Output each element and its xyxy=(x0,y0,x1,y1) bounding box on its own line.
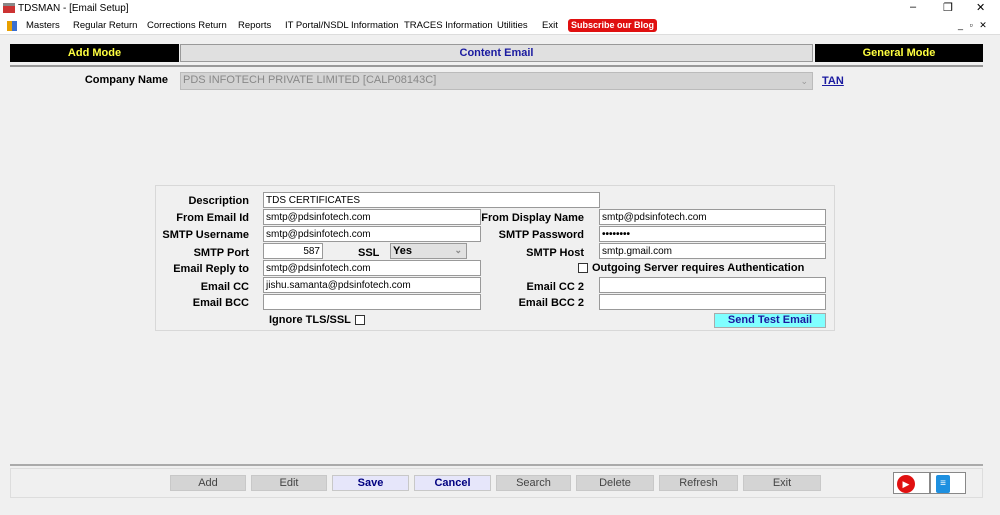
smtp-host-label: SMTP Host xyxy=(526,247,584,259)
ssl-value: Yes xyxy=(393,245,412,257)
smtp-host-input[interactable]: smtp.gmail.com xyxy=(599,243,826,259)
from-display-input[interactable]: smtp@pdsinfotech.com xyxy=(599,209,826,225)
email-cc2-input[interactable] xyxy=(599,277,826,293)
description-input[interactable]: TDS CERTIFICATES xyxy=(263,192,600,208)
menu-corrections-return[interactable]: Corrections Return xyxy=(147,20,227,31)
save-button[interactable]: Save xyxy=(332,475,409,491)
email-cc2-label: Email CC 2 xyxy=(526,281,584,293)
menu-reports[interactable]: Reports xyxy=(238,20,271,31)
from-email-label: From Email Id xyxy=(176,212,249,224)
divider xyxy=(10,65,983,67)
close-button[interactable]: ✕ xyxy=(976,1,985,14)
refresh-button[interactable]: Refresh xyxy=(659,475,738,491)
menu-exit[interactable]: Exit xyxy=(542,20,558,31)
smtp-username-label: SMTP Username xyxy=(162,229,249,241)
menu-masters[interactable]: Masters xyxy=(26,20,60,31)
document-help-button[interactable]: ≡ xyxy=(930,472,966,494)
search-button[interactable]: Search xyxy=(496,475,571,491)
divider xyxy=(10,464,983,466)
smtp-port-input[interactable]: 587 xyxy=(263,243,323,259)
app-menu-icon[interactable] xyxy=(7,21,17,31)
email-bcc-input[interactable] xyxy=(263,294,481,310)
mode-bar-center: Content Email xyxy=(180,44,813,62)
smtp-password-label: SMTP Password xyxy=(498,229,584,241)
ssl-select[interactable]: Yes ⌄ xyxy=(390,243,467,259)
edit-button[interactable]: Edit xyxy=(251,475,327,491)
description-label: Description xyxy=(188,195,249,207)
smtp-port-label: SMTP Port xyxy=(193,247,249,259)
auth-label: Outgoing Server requires Authentication xyxy=(592,262,805,274)
subscribe-blog-button[interactable]: Subscribe our Blog xyxy=(568,19,658,32)
mdi-controls[interactable]: _ ▫ ✕ xyxy=(958,20,989,31)
email-cc-input[interactable]: jishu.samanta@pdsinfotech.com xyxy=(263,277,481,293)
email-cc-label: Email CC xyxy=(200,281,249,293)
ignore-tls-label: Ignore TLS/SSL xyxy=(269,314,351,326)
email-bcc2-label: Email BCC 2 xyxy=(518,297,584,309)
video-help-button[interactable]: ▶ xyxy=(893,472,930,494)
email-bcc2-input[interactable] xyxy=(599,294,826,310)
smtp-password-input[interactable]: •••••••• xyxy=(599,226,826,242)
chevron-down-icon: ⌄ xyxy=(800,76,808,86)
add-mode-label: Add Mode xyxy=(67,47,122,59)
company-name-value: PDS INFOTECH PRIVATE LIMITED [CALP08143C… xyxy=(183,74,437,86)
add-button[interactable]: Add xyxy=(170,475,246,491)
from-email-input[interactable]: smtp@pdsinfotech.com xyxy=(263,209,481,225)
menu-utilities[interactable]: Utilities xyxy=(497,20,528,31)
exit-button[interactable]: Exit xyxy=(743,475,821,491)
smtp-username-input[interactable]: smtp@pdsinfotech.com xyxy=(263,226,481,242)
tan-link[interactable]: TAN xyxy=(822,75,844,87)
mode-bar-left: Add Mode xyxy=(10,44,179,62)
menu-traces[interactable]: TRACES Information xyxy=(404,20,493,31)
reply-to-input[interactable]: smtp@pdsinfotech.com xyxy=(263,260,481,276)
document-icon: ≡ xyxy=(936,475,950,493)
restore-button[interactable]: ❐ xyxy=(943,1,953,14)
content-email-label: Content Email xyxy=(459,47,534,59)
window-title: TDSMAN - [Email Setup] xyxy=(18,3,129,14)
title-bar: TDSMAN - [Email Setup] – ❐ ✕ xyxy=(0,0,1000,17)
send-test-email-button[interactable]: Send Test Email xyxy=(714,313,826,328)
from-display-label: From Display Name xyxy=(481,212,584,224)
delete-button[interactable]: Delete xyxy=(576,475,654,491)
auth-checkbox[interactable] xyxy=(578,263,588,273)
email-bcc-label: Email BCC xyxy=(192,297,249,309)
minimize-button[interactable]: – xyxy=(910,1,916,13)
menu-bar: Masters Regular Return Corrections Retur… xyxy=(0,17,1000,35)
company-name-label: Company Name xyxy=(84,74,168,86)
play-icon: ▶ xyxy=(897,475,915,493)
menu-regular-return[interactable]: Regular Return xyxy=(73,20,137,31)
chevron-down-icon: ⌄ xyxy=(454,245,462,255)
ignore-tls-checkbox[interactable] xyxy=(355,315,365,325)
company-name-select[interactable]: PDS INFOTECH PRIVATE LIMITED [CALP08143C… xyxy=(180,72,813,90)
app-icon xyxy=(3,3,15,13)
reply-to-label: Email Reply to xyxy=(173,263,249,275)
ssl-label: SSL xyxy=(358,247,380,259)
menu-it-portal[interactable]: IT Portal/NSDL Information xyxy=(285,20,399,31)
cancel-button[interactable]: Cancel xyxy=(414,475,491,491)
general-mode-label: General Mode xyxy=(862,47,936,59)
mode-bar-right: General Mode xyxy=(815,44,983,62)
